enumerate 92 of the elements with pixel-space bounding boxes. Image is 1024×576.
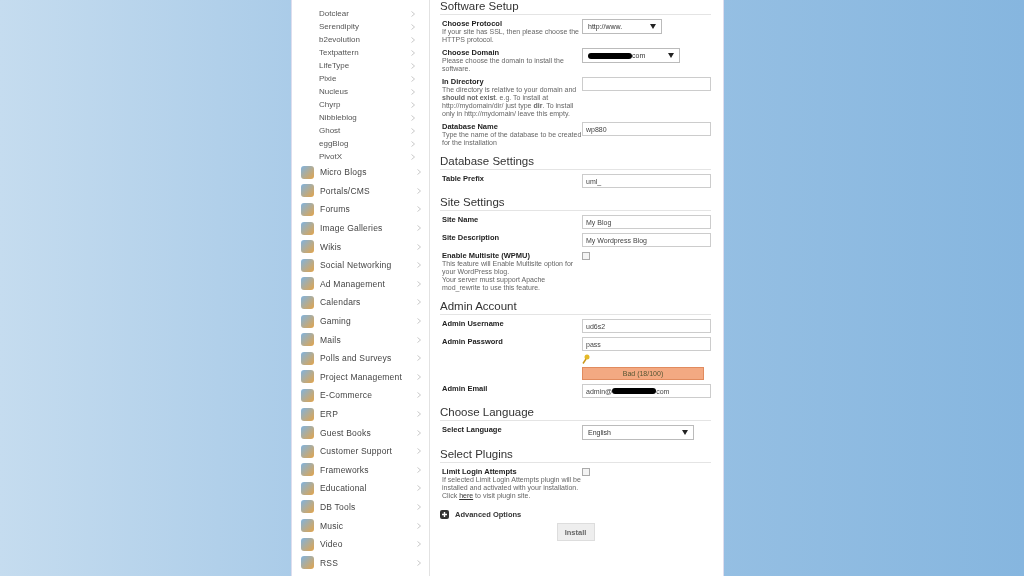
sidebar-subitem[interactable]: eggBlog bbox=[319, 139, 349, 148]
checkbox[interactable] bbox=[582, 468, 590, 476]
sidebar-subitem[interactable]: Nucleus bbox=[319, 87, 348, 96]
sidebar-category[interactable]: Customer Support bbox=[320, 446, 411, 457]
sidebar-subitem[interactable]: PivotX bbox=[319, 152, 343, 161]
category-icon bbox=[301, 258, 314, 272]
category-icon bbox=[301, 277, 314, 291]
sidebar-category[interactable]: Music bbox=[320, 520, 411, 531]
sidebar-category[interactable]: ERP bbox=[320, 409, 411, 419]
category-icon bbox=[301, 407, 314, 421]
sidebar-category[interactable]: Social Networking bbox=[320, 260, 411, 271]
category-icon bbox=[301, 481, 314, 495]
section-heading: Admin Account bbox=[440, 300, 711, 315]
sidebar-category[interactable]: Polls and Surveys bbox=[320, 353, 411, 364]
chevron-icon bbox=[417, 522, 421, 529]
section-heading: Database Settings bbox=[440, 155, 711, 170]
chevron-icon bbox=[417, 225, 421, 232]
dropdown-arrow-icon bbox=[650, 24, 656, 29]
category-icon bbox=[301, 295, 314, 309]
sidebar-subitem[interactable]: Pixie bbox=[319, 74, 337, 83]
dropdown-arrow-icon bbox=[682, 430, 688, 435]
chevron-icon bbox=[417, 448, 421, 455]
input-field[interactable] bbox=[582, 77, 711, 91]
sidebar-category[interactable]: Project Management bbox=[320, 371, 411, 382]
sidebar-category[interactable]: DB Tools bbox=[320, 502, 411, 512]
category-icon bbox=[301, 370, 314, 384]
category-icon bbox=[301, 463, 314, 477]
sidebar-subitem[interactable]: Serendipity bbox=[319, 22, 360, 31]
category-icon bbox=[301, 221, 314, 235]
chevron-icon bbox=[417, 541, 421, 548]
sidebar-subitem[interactable]: Ghost bbox=[319, 126, 341, 135]
category-icon bbox=[301, 426, 314, 440]
chevron-icon bbox=[417, 504, 421, 510]
section-heading: Choose Language bbox=[440, 406, 711, 421]
sidebar-category[interactable]: Portals/CMS bbox=[320, 185, 411, 196]
sidebar-category[interactable]: Mails bbox=[320, 334, 411, 345]
chevron-icon bbox=[417, 318, 421, 325]
sidebar-category[interactable]: Image Galleries bbox=[320, 223, 411, 234]
sidebar-category[interactable]: Educational bbox=[320, 483, 411, 494]
category-icon bbox=[301, 314, 314, 328]
category-icon bbox=[301, 556, 314, 570]
sidebar-category[interactable]: E-Commerce bbox=[320, 390, 411, 401]
sidebar-category[interactable]: Video bbox=[320, 539, 411, 550]
sidebar-category[interactable]: Wikis bbox=[320, 241, 411, 252]
checkbox[interactable] bbox=[582, 252, 590, 260]
sidebar-subitem[interactable]: Textpattern bbox=[319, 48, 359, 57]
chevron-icon bbox=[417, 169, 421, 176]
sidebar-category[interactable]: RSS bbox=[320, 557, 411, 568]
sidebar-category[interactable]: Calendars bbox=[320, 297, 411, 308]
sidebar-subitem[interactable]: Dotclear bbox=[319, 9, 349, 18]
sidebar-category[interactable]: Forums bbox=[320, 204, 411, 215]
chevron-icon bbox=[417, 280, 421, 287]
section-heading: Select Plugins bbox=[440, 448, 711, 463]
category-icon bbox=[301, 240, 314, 254]
chevron-icon bbox=[417, 411, 421, 417]
chevron-icon bbox=[417, 485, 421, 492]
chevron-icon bbox=[417, 355, 421, 362]
key-icon bbox=[582, 354, 590, 364]
category-icon bbox=[301, 203, 314, 216]
sidebar-category[interactable]: Guest Books bbox=[320, 427, 411, 438]
chevron-icon bbox=[417, 373, 421, 380]
section-heading: Software Setup bbox=[440, 0, 711, 15]
chevron-icon bbox=[417, 187, 421, 194]
sidebar-subitem[interactable]: Chyrp bbox=[319, 100, 341, 109]
plus-icon[interactable] bbox=[440, 510, 449, 519]
sidebar-category[interactable]: Micro Blogs bbox=[320, 167, 411, 178]
category-icon bbox=[301, 351, 314, 365]
sidebar-category[interactable]: Gaming bbox=[320, 316, 411, 327]
category-icon bbox=[301, 519, 314, 533]
category-icon bbox=[301, 444, 314, 458]
sidebar-subitem[interactable]: Nibbleblog bbox=[319, 113, 357, 122]
category-icon bbox=[301, 165, 314, 179]
chevron-icon bbox=[417, 466, 421, 473]
chevron-icon bbox=[417, 392, 421, 399]
sidebar-subitem[interactable]: b2evolution bbox=[319, 35, 360, 44]
chevron-icon bbox=[417, 262, 421, 269]
dropdown-arrow-icon bbox=[668, 53, 674, 58]
chevron-icon bbox=[417, 559, 421, 566]
chevron-icon bbox=[417, 299, 421, 306]
sidebar-subitem[interactable]: LifeType bbox=[319, 61, 350, 70]
category-icon bbox=[301, 184, 314, 198]
category-icon bbox=[301, 333, 314, 347]
category-icon bbox=[301, 537, 314, 551]
section-heading: Site Settings bbox=[440, 196, 711, 211]
sidebar-category[interactable]: Frameworks bbox=[320, 464, 411, 475]
sidebar-category[interactable]: Ad Management bbox=[320, 278, 411, 289]
chevron-icon bbox=[417, 243, 421, 250]
category-icon bbox=[301, 388, 314, 402]
chevron-icon bbox=[417, 336, 421, 343]
category-icon bbox=[301, 500, 314, 514]
chevron-icon bbox=[417, 429, 421, 436]
chevron-icon bbox=[417, 206, 421, 213]
